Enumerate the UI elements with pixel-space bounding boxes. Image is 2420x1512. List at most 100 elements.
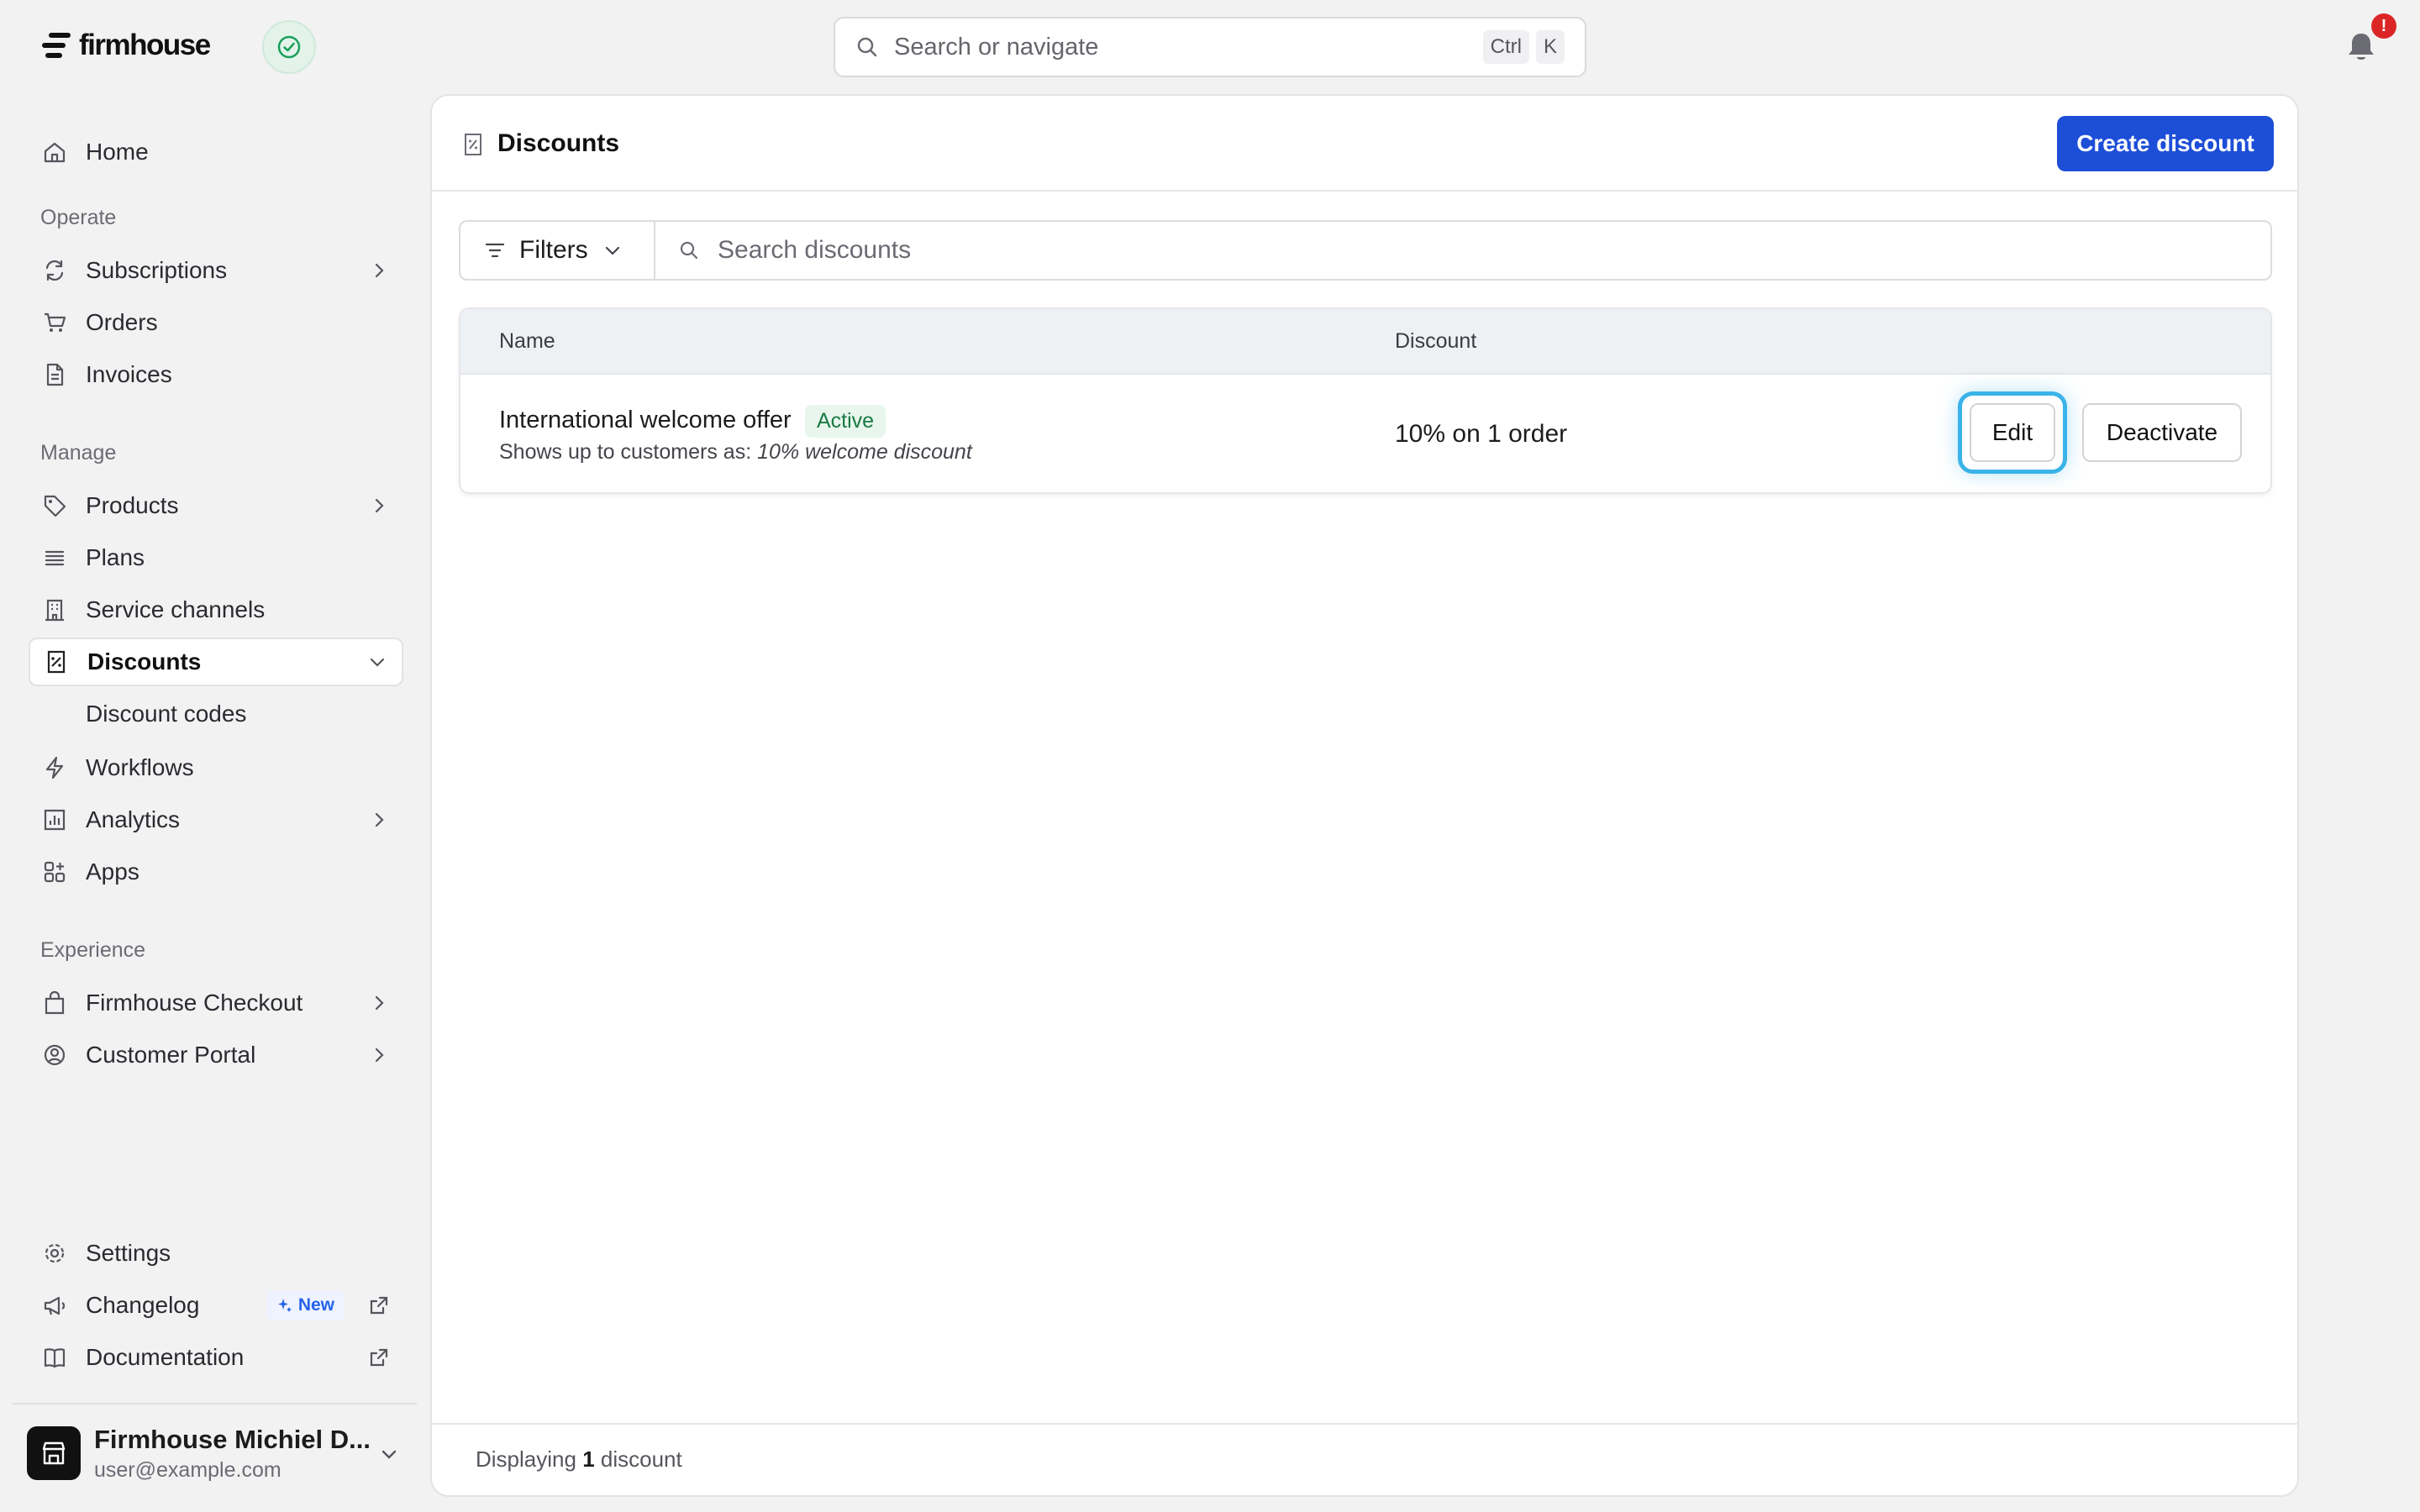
new-badge-label: New [297,1295,334,1315]
discount-value: 10% on 1 order [1395,420,1568,448]
results-prefix: Displaying [476,1446,576,1472]
discount-icon [465,134,481,155]
sidebar-item-label: Settings [86,1240,171,1266]
sidebar-item-firmhouse-checkout[interactable]: Firmhouse Checkout [29,979,403,1027]
deactivate-button[interactable]: Deactivate [2082,403,2242,462]
sidebar-subitem-discount-codes[interactable]: Discount codes [86,701,246,727]
status-check-badge[interactable] [262,20,316,74]
panel-header [432,96,2297,192]
section-heading-experience: Experience [40,938,146,962]
results-suffix: discount [600,1446,682,1472]
document-icon [46,363,64,386]
check-circle-icon [277,35,301,59]
chevron-down-icon [605,246,619,255]
sidebar-item-discounts[interactable]: Discounts [29,638,403,686]
sidebar-item-analytics[interactable]: Analytics [29,795,403,844]
list-icon [45,550,65,566]
discount-search-placeholder: Search discounts [718,236,912,264]
column-header-discount[interactable]: Discount [1395,329,1476,354]
display-text-prefix: Shows up to customers as: [499,440,752,464]
org-divider [12,1403,417,1404]
sidebar-item-label: Home [86,139,149,165]
discount-search-input[interactable]: Search discounts [655,222,2270,279]
store-icon [42,1441,66,1465]
section-heading-manage: Manage [40,441,117,465]
sidebar-item-label: Firmhouse Checkout [86,990,303,1016]
chevron-right-icon [375,812,384,827]
external-link-icon [370,1296,388,1315]
apps-icon [44,861,66,883]
chevron-down-icon [370,658,385,667]
column-header-name[interactable]: Name [499,329,555,354]
sidebar-item-label: Products [86,492,179,518]
bag-icon [45,990,65,1015]
sidebar-item-documentation[interactable]: Documentation [29,1333,403,1382]
chevron-right-icon [375,995,384,1011]
sidebar-item-label: Service channels [86,596,266,622]
sidebar-item-orders[interactable]: Orders [29,298,403,347]
sidebar-item-label: Discounts [87,648,202,675]
sidebar-item-label: Changelog [86,1292,200,1318]
results-number: 1 [582,1446,595,1472]
sidebar-item-customer-portal[interactable]: Customer Portal [29,1031,403,1079]
sidebar-item-changelog[interactable]: Changelog New [29,1281,403,1330]
sidebar-item-label: Invoices [86,361,172,387]
global-search-placeholder: Search or navigate [894,33,1099,60]
display-text-value: 10% welcome discount [757,440,972,464]
filter-icon [485,243,505,258]
results-count: Displaying 1 discount [476,1446,682,1473]
discount-icon [47,650,66,674]
sidebar-item-invoices[interactable]: Invoices [29,350,403,399]
cart-icon [45,312,66,332]
org-avatar[interactable] [27,1426,81,1480]
chevron-down-icon[interactable] [376,1441,402,1467]
create-discount-button[interactable]: Create discount [2057,116,2274,171]
main-panel: Discounts Create discount Filters Search… [430,94,2299,1497]
chevron-right-icon [375,263,384,278]
discounts-table: Name Discount International welcome offe… [459,307,2272,494]
external-link-icon [370,1348,388,1367]
notification-badge: ! [2371,13,2396,39]
app-logo[interactable]: firmhouse [40,29,211,62]
sidebar-item-plans[interactable]: Plans [29,533,403,582]
discount-name[interactable]: International welcome offer [499,407,792,434]
chevron-right-icon [375,498,384,513]
sidebar-item-label: Subscriptions [86,257,228,283]
new-badge: New [266,1290,345,1320]
sidebar-item-service-channels[interactable]: Service channels [29,585,403,634]
panel-footer [432,1423,2297,1495]
sidebar-item-workflows[interactable]: Workflows [29,743,403,792]
tag-icon [44,495,66,517]
firmhouse-logo-icon [42,33,71,58]
filters-label: Filters [519,236,588,264]
sidebar-item-label: Customer Portal [86,1042,256,1068]
sparkle-icon [277,1299,292,1312]
refresh-icon [45,260,64,281]
filter-bar: Filters Search discounts [459,220,2272,281]
sidebar-item-products[interactable]: Products [29,481,403,530]
edit-button[interactable]: Edit [1970,403,2055,462]
sidebar-item-settings[interactable]: Settings [29,1229,403,1278]
search-icon [857,37,877,57]
search-icon [680,241,698,260]
org-name[interactable]: Firmhouse Michiel D... [94,1425,371,1455]
gear-icon [45,1243,65,1263]
filters-button[interactable]: Filters [460,222,655,279]
sidebar-item-subscriptions[interactable]: Subscriptions [29,246,403,295]
sidebar-item-label: Analytics [86,806,181,832]
sidebar-item-label: Workflows [86,754,194,780]
sidebar-item-label: Plans [86,544,145,570]
sidebar-item-home[interactable]: Home [29,128,403,176]
app-logo-text: firmhouse [79,29,211,61]
page-title: Discounts [497,129,620,157]
status-badge: Active [805,405,886,438]
building-icon [45,599,64,622]
shortcut-key-k: K [1535,30,1565,64]
global-search-input[interactable]: Search or navigate Ctrl K [834,17,1586,77]
chart-icon [44,809,66,831]
table-header: Name Discount [460,309,2270,375]
section-heading-operate: Operate [40,206,117,229]
sidebar-item-label: Documentation [86,1344,245,1370]
sidebar-item-apps[interactable]: Apps [29,848,403,896]
shortcut-key-ctrl: Ctrl [1482,30,1529,64]
